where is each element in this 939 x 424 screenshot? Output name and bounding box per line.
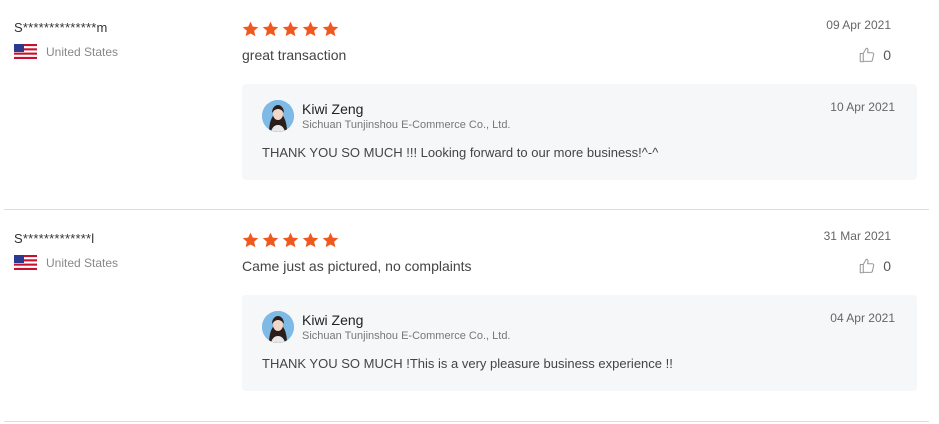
reply-date: 04 Apr 2021 (830, 311, 895, 325)
review-item: S*************l United States Came just … (0, 211, 929, 422)
seller-company: Sichuan Tunjinshou E-Commerce Co., Ltd. (302, 119, 511, 131)
reply-text: THANK YOU SO MUCH !!! Looking forward to… (262, 145, 659, 160)
reply-text: THANK YOU SO MUCH !This is a very pleasu… (262, 356, 673, 371)
review-date: 31 Mar 2021 (823, 229, 891, 243)
thumbs-up-icon (859, 47, 875, 63)
star-rating (241, 20, 340, 39)
review-date: 09 Apr 2021 (826, 18, 891, 32)
review-item: S**************m United States great tra… (0, 0, 929, 210)
star-icon (302, 21, 319, 37)
divider (4, 209, 929, 210)
reviewer-name: S*************l (14, 231, 95, 246)
country-name: United States (46, 255, 119, 270)
review-text: great transaction (242, 47, 347, 63)
star-icon (322, 232, 339, 248)
seller-reply: Kiwi Zeng Sichuan Tunjinshou E-Commerce … (242, 295, 917, 391)
review-text: Came just as pictured, no complaints (242, 258, 472, 274)
like-count: 0 (883, 47, 891, 63)
seller-name: Kiwi Zeng (302, 101, 364, 117)
star-icon (302, 232, 319, 248)
like-button[interactable]: 0 (858, 46, 891, 64)
country-name: United States (46, 44, 119, 59)
seller-avatar (262, 311, 294, 343)
seller-company: Sichuan Tunjinshou E-Commerce Co., Ltd. (302, 330, 511, 342)
star-icon (242, 232, 259, 248)
star-icon (262, 21, 279, 37)
star-icon (282, 21, 299, 37)
star-rating (241, 231, 340, 250)
seller-reply: Kiwi Zeng Sichuan Tunjinshou E-Commerce … (242, 84, 917, 180)
reviewer-country: United States (14, 255, 118, 270)
us-flag-icon (14, 255, 37, 270)
divider (4, 421, 929, 422)
reviewer-name: S**************m (14, 20, 108, 35)
star-icon (242, 21, 259, 37)
seller-name: Kiwi Zeng (302, 312, 364, 328)
seller-avatar (262, 100, 294, 132)
reply-date: 10 Apr 2021 (830, 100, 895, 114)
star-icon (282, 232, 299, 248)
like-button[interactable]: 0 (858, 257, 891, 275)
like-count: 0 (883, 258, 891, 274)
us-flag-icon (14, 44, 37, 59)
thumbs-up-icon (859, 258, 875, 274)
star-icon (262, 232, 279, 248)
star-icon (322, 21, 339, 37)
reviewer-country: United States (14, 44, 118, 59)
